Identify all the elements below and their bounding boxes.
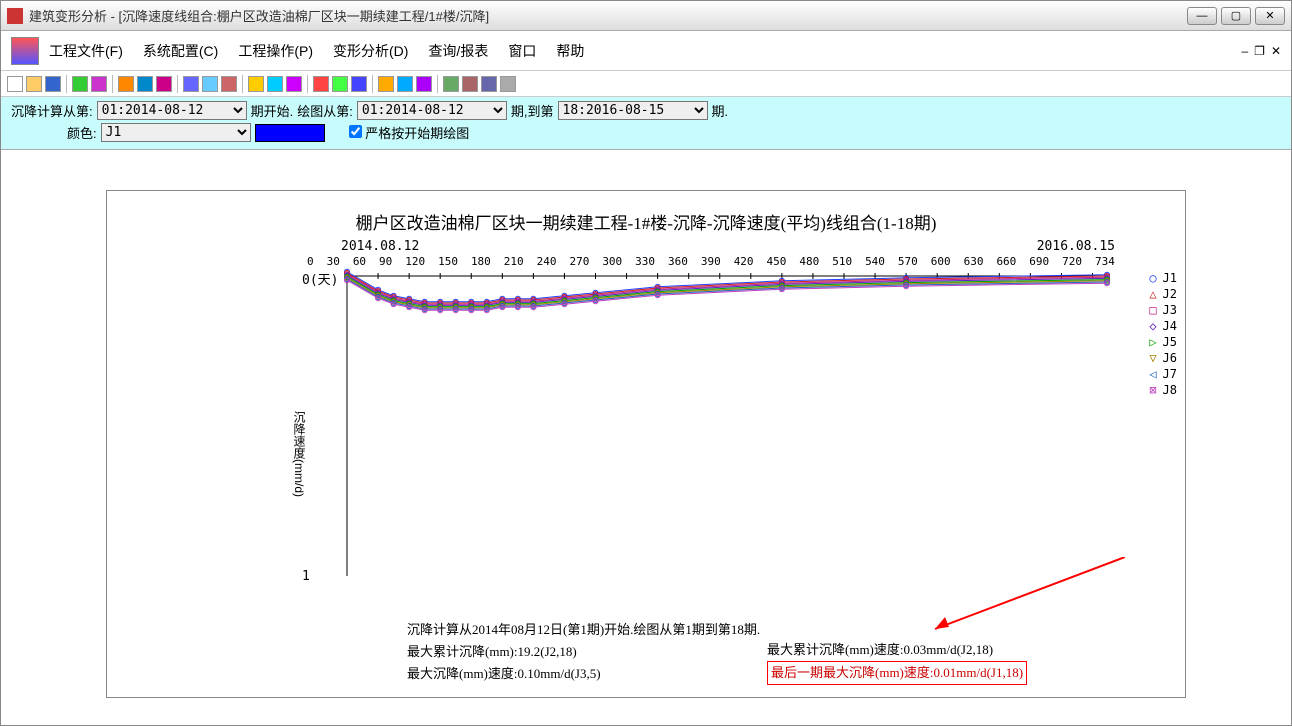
toolbar-icon[interactable]	[397, 76, 413, 92]
toolbar-icon[interactable]	[286, 76, 302, 92]
chart-plot	[107, 231, 1187, 591]
minimize-button[interactable]: —	[1187, 7, 1217, 25]
legend-item: ○J1	[1149, 271, 1177, 285]
toolbar-icon[interactable]	[118, 76, 134, 92]
mdi-close[interactable]: ✕	[1271, 44, 1281, 58]
toolbar-icon[interactable]	[26, 76, 42, 92]
mdi-minimize[interactable]: –	[1241, 44, 1248, 58]
toolbar-icon[interactable]	[45, 76, 61, 92]
menu-item[interactable]: 系统配置(C)	[143, 41, 218, 61]
toolbar-icon[interactable]	[267, 76, 283, 92]
toolbar-icon[interactable]	[332, 76, 348, 92]
calc-from-select[interactable]: 01:2014-08-12	[97, 101, 247, 120]
toolbar-icon[interactable]	[351, 76, 367, 92]
draw-mid: 期,到第	[511, 101, 554, 120]
window-title: 建筑变形分析 - [沉降速度线组合:棚户区改造油棉厂区块一期续建工程/1#楼/沉…	[29, 6, 1187, 25]
menu-item[interactable]: 帮助	[556, 41, 584, 61]
menu-item[interactable]: 变形分析(D)	[333, 41, 408, 61]
color-label: 颜色:	[67, 123, 97, 142]
strict-checkbox[interactable]	[349, 125, 362, 138]
toolbar-icon[interactable]	[416, 76, 432, 92]
titlebar: 建筑变形分析 - [沉降速度线组合:棚户区改造油棉厂区块一期续建工程/1#楼/沉…	[1, 1, 1291, 31]
menu-item[interactable]: 查询/报表	[428, 41, 488, 61]
chart-footer-right: 最大累计沉降(mm)速度:0.03mm/d(J2,18) 最后一期最大沉降(mm…	[767, 639, 1027, 685]
legend-item: ▷J5	[1149, 335, 1177, 349]
close-button[interactable]: ✕	[1255, 7, 1285, 25]
toolbar	[1, 71, 1291, 97]
legend-item: □J3	[1149, 303, 1177, 317]
toolbar-icon[interactable]	[500, 76, 516, 92]
control-bar: 沉降计算从第: 01:2014-08-12 期开始. 绘图从第: 01:2014…	[1, 97, 1291, 150]
draw-suffix: 期.	[712, 101, 729, 120]
menu-item[interactable]: 窗口	[508, 41, 536, 61]
toolbar-icon[interactable]	[313, 76, 329, 92]
app-icon	[7, 8, 23, 24]
toolbar-icon[interactable]	[137, 76, 153, 92]
toolbar-icon[interactable]	[183, 76, 199, 92]
toolbar-icon[interactable]	[72, 76, 88, 92]
toolbar-icon[interactable]	[156, 76, 172, 92]
color-swatch[interactable]	[255, 124, 325, 142]
toolbar-icon[interactable]	[91, 76, 107, 92]
legend-item: ◁J7	[1149, 367, 1177, 381]
maximize-button[interactable]: ▢	[1221, 7, 1251, 25]
menu-item[interactable]: 工程操作(P)	[238, 41, 313, 61]
strict-checkbox-label[interactable]: 严格按开始期绘图	[349, 123, 470, 142]
toolbar-icon[interactable]	[248, 76, 264, 92]
color-select[interactable]: J1	[101, 123, 251, 142]
chart-container: 棚户区改造油棉厂区块一期续建工程-1#楼-沉降-沉降速度(平均)线组合(1-18…	[106, 190, 1186, 698]
draw-to-select[interactable]: 18:2016-08-15	[558, 101, 708, 120]
legend: ○J1 △J2 □J3 ◇J4 ▷J5 ▽J6 ◁J7 ⊠J8	[1149, 271, 1177, 399]
toolbar-icon[interactable]	[462, 76, 478, 92]
calc-suffix: 期开始.	[251, 101, 294, 120]
legend-item: ⊠J8	[1149, 383, 1177, 397]
highlighted-stat: 最后一期最大沉降(mm)速度:0.01mm/d(J1,18)	[767, 661, 1027, 685]
legend-item: △J2	[1149, 287, 1177, 301]
app-logo-icon	[11, 37, 39, 65]
legend-item: ◇J4	[1149, 319, 1177, 333]
toolbar-icon[interactable]	[443, 76, 459, 92]
toolbar-icon[interactable]	[378, 76, 394, 92]
calc-label: 沉降计算从第:	[11, 101, 93, 120]
draw-label: 绘图从第:	[297, 101, 353, 120]
toolbar-icon[interactable]	[221, 76, 237, 92]
mdi-restore[interactable]: ❐	[1254, 44, 1265, 58]
toolbar-icon[interactable]	[202, 76, 218, 92]
draw-from-select[interactable]: 01:2014-08-12	[357, 101, 507, 120]
toolbar-icon[interactable]	[481, 76, 497, 92]
chart-footer-left: 沉降计算从2014年08月12日(第1期)开始.绘图从第1期到第18期. 最大累…	[407, 619, 760, 685]
toolbar-icon[interactable]	[7, 76, 23, 92]
legend-item: ▽J6	[1149, 351, 1177, 365]
menubar: 工程文件(F)系统配置(C)工程操作(P)变形分析(D)查询/报表窗口帮助 – …	[1, 31, 1291, 71]
menu-item[interactable]: 工程文件(F)	[49, 41, 123, 61]
